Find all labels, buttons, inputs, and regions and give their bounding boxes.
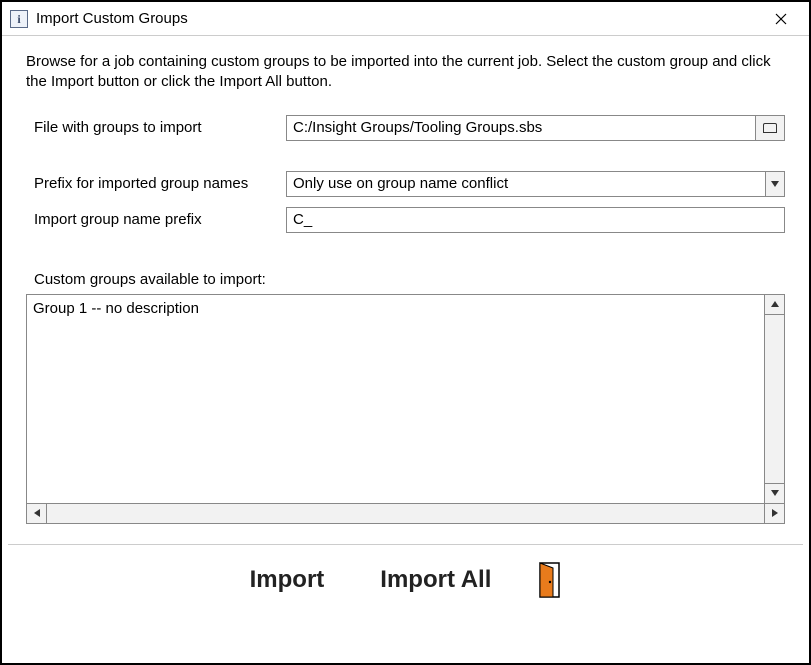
scroll-left-button[interactable] — [27, 504, 47, 523]
list-heading: Custom groups available to import: — [26, 271, 785, 288]
prefix-input[interactable] — [286, 207, 785, 233]
window-title: Import Custom Groups — [36, 10, 188, 27]
groups-list[interactable]: Group 1 -- no description — [26, 294, 765, 504]
instruction-text: Browse for a job containing custom group… — [26, 52, 785, 93]
prefix-label: Import group name prefix — [26, 211, 286, 228]
import-button[interactable]: Import — [242, 562, 333, 598]
list-item[interactable]: Group 1 -- no description — [33, 299, 758, 319]
import-all-button[interactable]: Import All — [372, 562, 499, 598]
chevron-left-icon — [34, 509, 40, 517]
horizontal-scrollbar[interactable] — [26, 504, 785, 524]
info-icon: i — [17, 13, 20, 25]
app-icon: i — [10, 10, 28, 28]
title-bar: i Import Custom Groups — [2, 2, 809, 36]
file-label: File with groups to import — [26, 119, 286, 136]
scroll-up-button[interactable] — [765, 295, 784, 315]
prefix-mode-value: Only use on group name conflict — [286, 171, 785, 197]
button-bar: Import Import All — [26, 545, 785, 615]
dropdown-arrow-icon — [765, 171, 785, 197]
close-button[interactable] — [761, 5, 801, 33]
exit-icon[interactable] — [539, 562, 569, 598]
prefix-mode-select[interactable]: Only use on group name conflict — [286, 171, 785, 197]
chevron-right-icon — [772, 509, 778, 517]
scroll-right-button[interactable] — [764, 504, 784, 523]
chevron-up-icon — [771, 301, 779, 307]
close-icon — [775, 13, 787, 25]
folder-icon — [763, 123, 777, 133]
vertical-scrollbar[interactable] — [765, 294, 785, 504]
file-path-input[interactable] — [286, 115, 755, 141]
scroll-down-button[interactable] — [765, 483, 784, 503]
browse-button[interactable] — [755, 115, 785, 141]
prefix-mode-label: Prefix for imported group names — [26, 175, 286, 192]
chevron-down-icon — [771, 490, 779, 496]
